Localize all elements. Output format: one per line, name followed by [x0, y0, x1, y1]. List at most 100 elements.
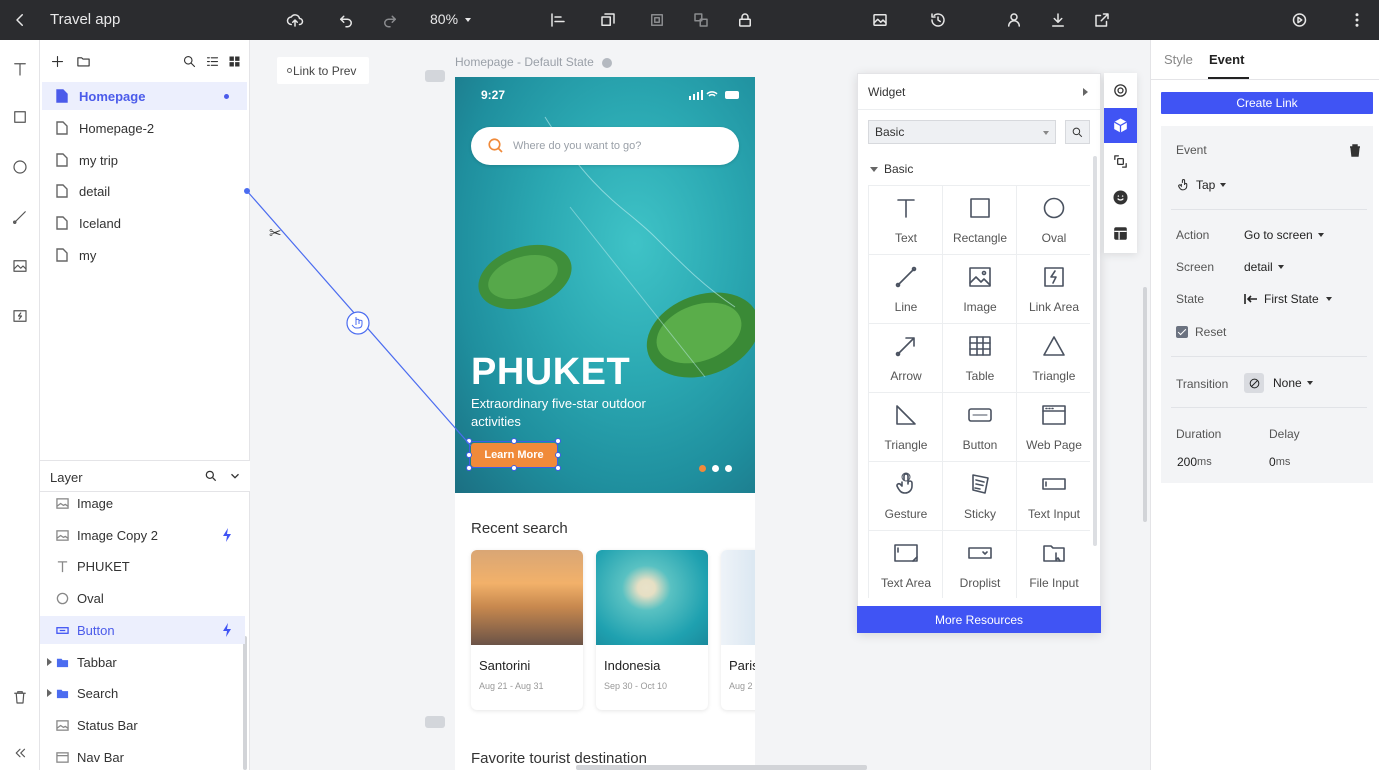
emoji-icon[interactable] [1104, 180, 1137, 215]
link-connector[interactable]: ✂ [240, 180, 500, 470]
chevron-down-icon[interactable] [228, 469, 242, 483]
layer-item-tabbar[interactable]: Tabbar [40, 648, 245, 676]
page-item-detail[interactable]: detail [42, 177, 247, 205]
widget-droplist[interactable]: Droplist [943, 531, 1017, 598]
widget-button[interactable]: Button [943, 393, 1017, 462]
layer-item-image[interactable]: Image [40, 489, 245, 517]
group-icon[interactable] [645, 8, 669, 32]
expand-arrow-icon[interactable] [47, 689, 52, 697]
widget-section-header[interactable]: Basic [870, 162, 913, 176]
event-trigger-dropdown[interactable]: Tap [1177, 178, 1227, 192]
more-resources-button[interactable]: More Resources [857, 606, 1101, 633]
undo-icon[interactable] [334, 8, 358, 32]
expand-arrow-icon[interactable] [1083, 88, 1088, 96]
widget-library-select[interactable]: Basic [868, 120, 1056, 144]
collapse-panel-icon[interactable] [8, 741, 32, 765]
back-icon[interactable] [8, 8, 32, 32]
canvas-horizontal-scrollbar[interactable] [576, 765, 867, 770]
widget-right-triangle[interactable]: Triangle [869, 393, 943, 462]
link-to-prev-button[interactable]: Link to Prev [277, 57, 369, 84]
reset-checkbox[interactable]: Reset [1176, 325, 1226, 339]
align-icon[interactable] [543, 8, 573, 32]
widget-text-input[interactable]: Text Input [1017, 462, 1090, 531]
layer-item-oval[interactable]: Oval [40, 584, 245, 612]
search-icon[interactable] [181, 53, 197, 69]
canvas-vertical-scrollbar[interactable] [1143, 287, 1147, 522]
redo-icon[interactable] [378, 8, 402, 32]
resize-handle[interactable] [511, 438, 517, 444]
hero-image[interactable]: 9:27 Where do you want to go? PHUKET Ext… [455, 77, 755, 493]
widget-text-area[interactable]: Text Area [869, 531, 943, 598]
page-item-my[interactable]: my [42, 241, 247, 269]
widget-oval[interactable]: Oval [1017, 186, 1090, 255]
lock-icon[interactable] [733, 8, 757, 32]
widget-table[interactable]: Table [943, 324, 1017, 393]
image-tool-icon[interactable] [8, 254, 32, 278]
list-view-icon[interactable] [204, 53, 220, 69]
download-icon[interactable] [1046, 8, 1070, 32]
rectangle-tool-icon[interactable] [8, 105, 32, 129]
image-gallery-icon[interactable] [868, 8, 892, 32]
text-tool-icon[interactable] [8, 57, 32, 81]
add-page-icon[interactable] [49, 53, 65, 69]
oval-tool-icon[interactable] [8, 155, 32, 179]
cloud-upload-icon[interactable] [283, 8, 307, 32]
resize-handle[interactable] [555, 452, 561, 458]
widget-image[interactable]: Image [943, 255, 1017, 324]
screen-dropdown[interactable]: detail [1244, 260, 1284, 274]
note-icon[interactable] [425, 70, 445, 82]
state-dropdown[interactable]: First State [1244, 292, 1332, 306]
note-icon[interactable] [425, 716, 445, 728]
layer-item-search[interactable]: Search [40, 679, 245, 707]
widget-sticky[interactable]: Sticky [943, 462, 1017, 531]
destination-card[interactable]: Indonesia Sep 30 - Oct 10 [596, 550, 708, 710]
trash-icon[interactable] [8, 685, 32, 709]
widget-gesture[interactable]: Gesture [869, 462, 943, 531]
layer-item-phuket[interactable]: PHUKET [40, 552, 245, 580]
widget-scrollbar[interactable] [1093, 156, 1097, 546]
zoom-dropdown[interactable]: 80% [430, 11, 472, 27]
tab-event[interactable]: Event [1209, 52, 1244, 67]
widget-panel-header[interactable]: Widget [858, 74, 1100, 110]
carousel-dot[interactable] [699, 465, 706, 472]
destination-card[interactable]: Paris Aug 2 [721, 550, 755, 710]
template-icon[interactable] [1104, 216, 1137, 251]
duration-input[interactable]: 200 ms [1177, 455, 1212, 469]
ungroup-icon[interactable] [689, 8, 713, 32]
widget-arrow[interactable]: Arrow [869, 324, 943, 393]
widget-triangle[interactable]: Triangle [1017, 324, 1090, 393]
expand-arrow-icon[interactable] [47, 658, 52, 666]
widget-text[interactable]: Text [869, 186, 943, 255]
widget-link-area[interactable]: Link Area [1017, 255, 1090, 324]
action-dropdown[interactable]: Go to screen [1244, 228, 1324, 242]
user-icon[interactable] [1002, 8, 1026, 32]
transition-dropdown[interactable]: None [1244, 373, 1313, 393]
layer-item-nav-bar[interactable]: Nav Bar [40, 743, 245, 770]
history-icon[interactable] [926, 8, 950, 32]
widget-search-button[interactable] [1065, 120, 1090, 144]
arrange-icon[interactable] [593, 8, 623, 32]
widget-line[interactable]: Line [869, 255, 943, 324]
page-item-iceland[interactable]: Iceland [42, 209, 247, 237]
link-area-tool-icon[interactable] [8, 304, 32, 328]
page-item-homepage[interactable]: Homepage [42, 82, 247, 110]
page-item-homepage-2[interactable]: Homepage-2 [42, 114, 247, 142]
layer-item-button[interactable]: Button [40, 616, 245, 644]
carousel-dot[interactable] [712, 465, 719, 472]
state-gear-icon[interactable] [602, 57, 613, 68]
layer-item-status-bar[interactable]: Status Bar [40, 711, 245, 739]
delay-input[interactable]: 0 ms [1269, 455, 1290, 469]
widget-box-icon[interactable] [1104, 108, 1137, 143]
widget-file-input[interactable]: File Input [1017, 531, 1090, 598]
grid-view-icon[interactable] [226, 53, 242, 69]
create-link-button[interactable]: Create Link [1161, 92, 1373, 114]
page-item-my-trip[interactable]: my trip [42, 146, 247, 174]
carousel-dot[interactable] [725, 465, 732, 472]
search-icon[interactable] [204, 469, 218, 483]
resize-handle[interactable] [555, 465, 561, 471]
tab-style[interactable]: Style [1164, 52, 1193, 67]
delete-icon[interactable] [1349, 144, 1361, 157]
layer-item-image-copy-2[interactable]: Image Copy 2 [40, 521, 245, 549]
component-target-icon[interactable] [1104, 73, 1137, 108]
search-input[interactable]: Where do you want to go? [471, 127, 739, 165]
